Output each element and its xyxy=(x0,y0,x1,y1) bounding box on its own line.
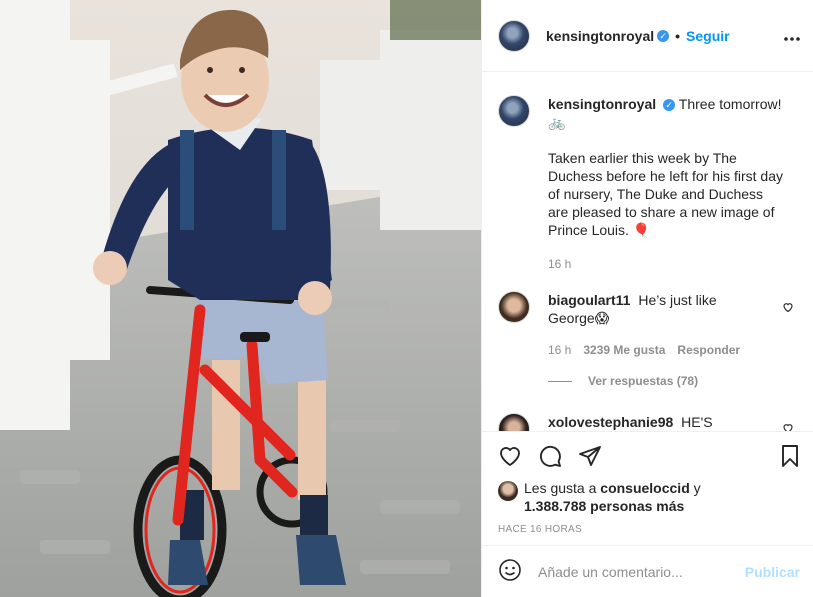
liker-avatar[interactable] xyxy=(498,481,518,501)
comment-icon[interactable] xyxy=(538,444,562,471)
likes-conjunction: y xyxy=(693,480,701,496)
liker-username[interactable]: consueloccid xyxy=(600,480,689,496)
likes-prefix: Les gusta a xyxy=(524,480,597,496)
paper-plane-icon[interactable] xyxy=(578,444,602,471)
header-separator: • xyxy=(675,27,681,44)
instagram-post: kensingtonroyal ✓ • Seguir kensingtonroy… xyxy=(0,0,813,597)
verified-badge-icon: ✓ xyxy=(657,29,670,42)
comment-time[interactable]: 16 h xyxy=(548,341,571,359)
smiley-icon[interactable] xyxy=(498,558,522,585)
commenter-avatar[interactable] xyxy=(498,291,530,323)
bicycle-emoji: 🚲 xyxy=(548,114,566,130)
comment-username[interactable]: biagoulart11 xyxy=(548,292,630,308)
publish-button[interactable]: Publicar xyxy=(745,564,800,580)
reply-button[interactable]: Responder xyxy=(677,341,740,359)
author-username[interactable]: kensingtonroyal xyxy=(546,28,654,44)
replies-divider-line xyxy=(548,380,572,382)
verified-badge-icon: ✓ xyxy=(663,99,676,111)
commenter-avatar[interactable] xyxy=(498,413,530,431)
comment-text: HE'S xyxy=(681,414,713,430)
post-sidebar: kensingtonroyal ✓ • Seguir kensingtonroy… xyxy=(481,0,813,597)
follow-button[interactable]: Seguir xyxy=(686,28,730,44)
prince-louis-on-balance-bike-image xyxy=(0,0,481,597)
caption-username[interactable]: kensingtonroyal xyxy=(548,96,656,112)
comment-input[interactable] xyxy=(538,563,738,580)
comment-like-heart-icon[interactable] xyxy=(782,300,794,316)
view-replies-label: Ver respuestas (78) xyxy=(588,374,699,388)
more-horizontal-icon[interactable] xyxy=(784,26,800,44)
caption-time[interactable]: 16 h xyxy=(548,255,571,273)
likes-summary: Les gusta a consueloccid y 1.388.788 per… xyxy=(498,479,701,515)
comment-item: xolovestephanie98 HE'S xyxy=(498,413,783,431)
post-header: kensingtonroyal ✓ • Seguir xyxy=(482,0,813,72)
balloon-emoji: 🎈 xyxy=(632,222,651,238)
author-avatar[interactable] xyxy=(498,19,530,52)
caption: kensingtonroyal ✓ Three tomorrow! 🚲 Taken… xyxy=(498,95,783,273)
bookmark-icon[interactable] xyxy=(778,444,802,471)
comment-likes[interactable]: 3239 Me gusta xyxy=(583,341,665,359)
comment-item: biagoulart11 He’s just like George😱 16 h… xyxy=(498,291,763,359)
add-comment-bar: Publicar xyxy=(482,545,813,597)
comment-like-heart-icon[interactable] xyxy=(782,421,794,431)
caption-text: Taken earlier this week by The Duchess b… xyxy=(548,150,783,238)
heart-icon[interactable] xyxy=(498,444,522,471)
likes-count[interactable]: 1.388.788 personas más xyxy=(524,498,684,514)
post-actions: Les gusta a consueloccid y 1.388.788 per… xyxy=(482,431,813,545)
view-replies-button[interactable]: Ver respuestas (78) xyxy=(548,374,698,388)
post-photo[interactable] xyxy=(0,0,481,597)
caption-avatar[interactable] xyxy=(498,95,530,127)
post-timestamp[interactable]: HACE 16 HORAS xyxy=(498,524,582,535)
comments-list[interactable]: kensingtonroyal ✓ Three tomorrow! 🚲 Taken… xyxy=(482,73,813,431)
comment-username[interactable]: xolovestephanie98 xyxy=(548,414,673,430)
caption-line1: Three tomorrow! xyxy=(678,96,782,112)
shocked-emoji: 😱 xyxy=(594,310,610,326)
